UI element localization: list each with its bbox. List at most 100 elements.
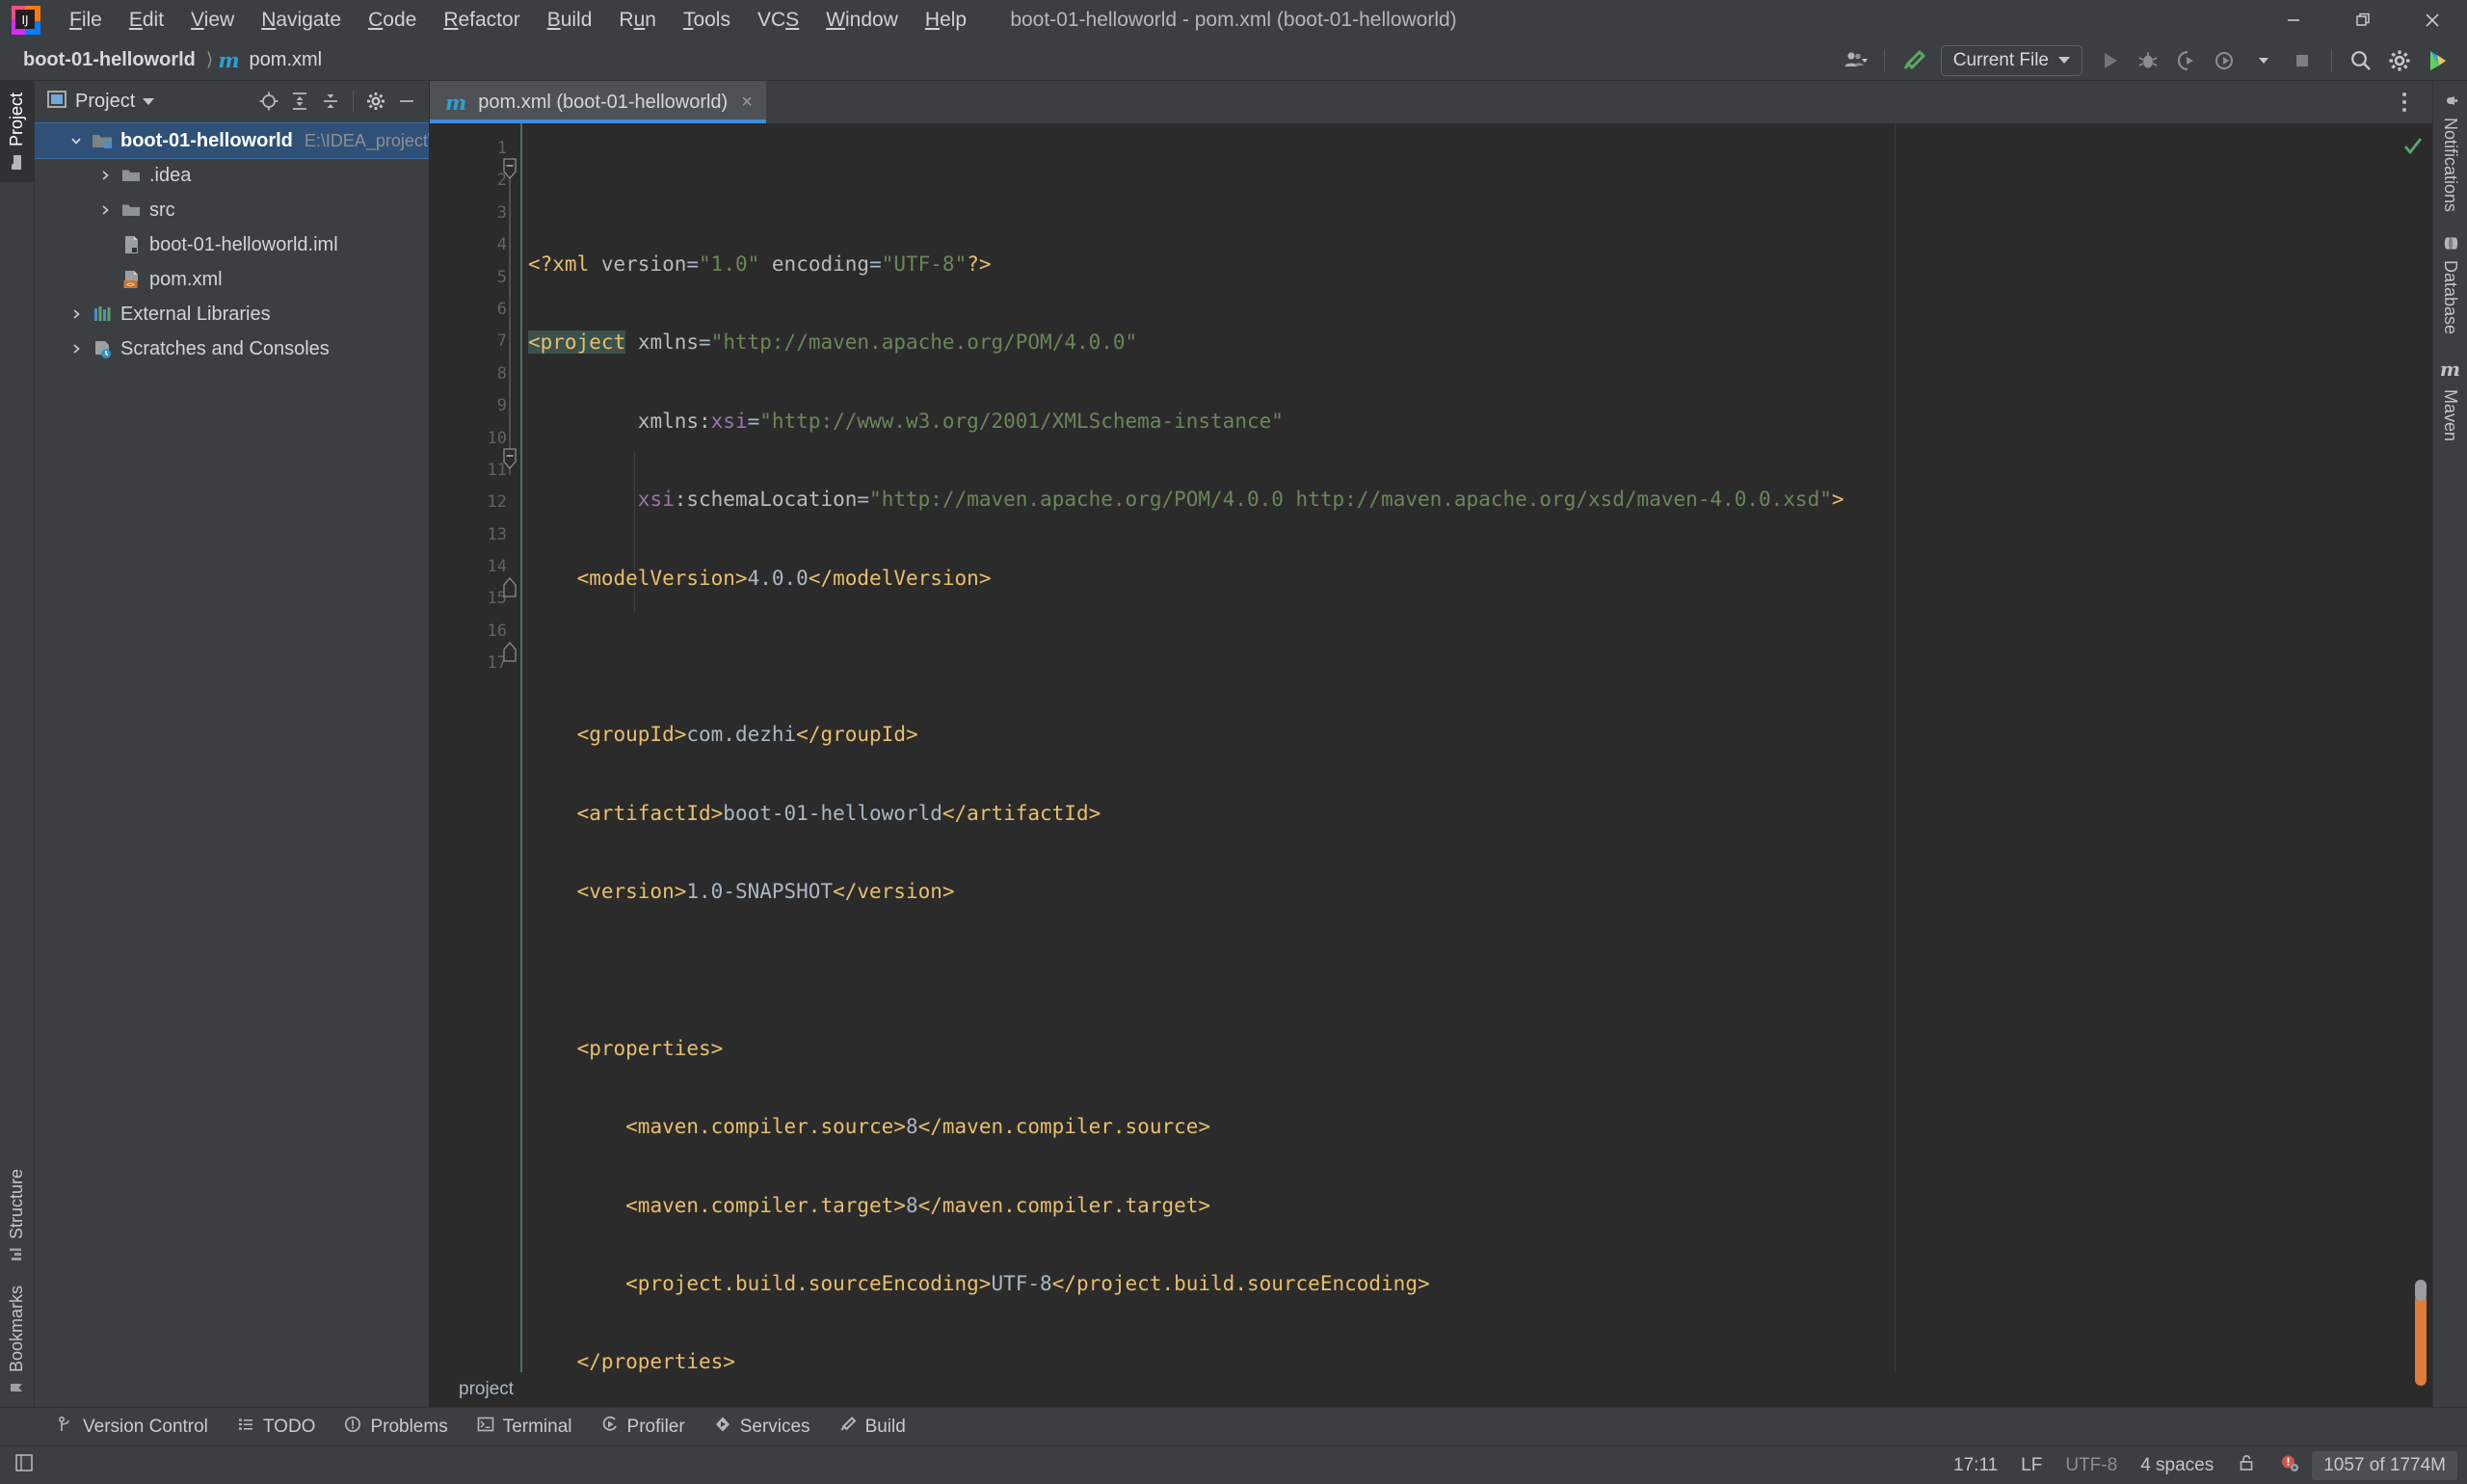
main-body: Project Structure Bookmarks Project boot… (0, 81, 2467, 1407)
tree-label-iml: boot-01-helloworld.iml (149, 233, 338, 255)
code-token: <groupId> (576, 723, 687, 747)
tree-row-external-libraries[interactable]: External Libraries (35, 297, 429, 331)
search-everywhere-icon[interactable] (2342, 43, 2380, 78)
chevron-right-icon[interactable] (93, 169, 118, 182)
toggle-toolwindows-icon[interactable] (13, 1452, 35, 1479)
indent-setting[interactable]: 4 spaces (2129, 1451, 2225, 1480)
breadcrumb-project[interactable]: boot-01-helloworld (17, 46, 201, 74)
menu-view[interactable]: View (177, 5, 248, 36)
inspector-red-icon[interactable] (2268, 1448, 2312, 1483)
tool-tab-todo[interactable]: TODO (223, 1411, 331, 1444)
sidebar-item-project[interactable]: Project (0, 81, 34, 183)
chevron-right-icon[interactable] (64, 342, 89, 356)
tool-tab-terminal[interactable]: Terminal (463, 1411, 587, 1444)
menu-build[interactable]: Build (534, 5, 606, 36)
sidebar-item-bookmarks[interactable]: Bookmarks (0, 1274, 34, 1407)
run-with-coverage-icon[interactable] (2167, 43, 2206, 78)
menu-navigate[interactable]: Navigate (248, 5, 355, 36)
tool-tab-build[interactable]: Build (825, 1411, 920, 1444)
tree-row-iml[interactable]: boot-01-helloworld.iml (35, 227, 429, 262)
project-tool-window: Project boot-01-helloworld E:\IDEA_proje… (35, 81, 430, 1407)
collapse-all-icon[interactable] (316, 87, 345, 116)
sidebar-label-structure: Structure (7, 1168, 26, 1239)
tool-tab-services[interactable]: Services (700, 1411, 825, 1444)
project-tree[interactable]: boot-01-helloworld E:\IDEA_project\boot-… (35, 121, 429, 1407)
stop-icon[interactable] (2283, 43, 2321, 78)
code-token: <properties> (576, 1036, 724, 1060)
close-icon[interactable]: × (741, 92, 753, 114)
tree-row-pom-xml[interactable]: <> pom.xml (35, 262, 429, 297)
code-token: <modelVersion> (576, 566, 748, 590)
profiler-icon[interactable] (2206, 43, 2244, 78)
run-icon[interactable] (2090, 43, 2129, 78)
editor-scrollbar-thumb[interactable] (2415, 1294, 2427, 1386)
tree-row-scratches-and-consoles[interactable]: Scratches and Consoles (35, 331, 429, 366)
main-toolbar: Current File (1836, 43, 2467, 78)
tree-row-boot-01-helloworld[interactable]: boot-01-helloworld E:\IDEA_project\boot-… (35, 122, 429, 159)
project-panel-chevron-down-icon[interactable] (143, 97, 155, 105)
chevron-right-icon[interactable] (64, 307, 89, 321)
terminal-icon (477, 1416, 494, 1439)
menu-code[interactable]: Code (355, 5, 430, 36)
ok-check-icon[interactable] (2402, 135, 2424, 161)
code-token: </artifactId> (942, 801, 1101, 825)
more-options-icon[interactable] (2388, 86, 2421, 119)
breadcrumb-file[interactable]: pom.xml (244, 46, 329, 74)
sidebar-item-database[interactable]: Database (2433, 224, 2467, 346)
hide-panel-icon[interactable] (392, 87, 421, 116)
editor-gutter[interactable]: 1 2 3 4 5 6 7 8 9 10 11 12 13 14 15 16 1 (430, 123, 522, 1372)
tab-pom-xml[interactable]: m pom.xml (boot-01-helloworld) × (430, 81, 766, 123)
line-separator[interactable]: LF (2009, 1451, 2054, 1480)
sidebar-item-notifications[interactable]: Notifications (2433, 81, 2467, 224)
user-profile-icon[interactable] (1836, 43, 1874, 78)
file-encoding[interactable]: UTF-8 (2054, 1451, 2129, 1480)
tool-tab-profiler[interactable]: Profiler (587, 1411, 700, 1444)
ide-assistant-icon[interactable] (2419, 43, 2457, 78)
unlocked-icon[interactable] (2225, 1449, 2268, 1482)
tool-tab-version-control[interactable]: Version Control (42, 1411, 223, 1444)
menu-edit[interactable]: Edit (116, 5, 177, 36)
code-token: 8 (905, 1115, 918, 1139)
tree-row-src[interactable]: src (35, 193, 429, 227)
gear-icon[interactable] (2380, 43, 2419, 78)
menu-run[interactable]: Run (605, 5, 670, 36)
fold-markers[interactable] (497, 133, 522, 687)
inspection-and-scrollbar-strip[interactable] (2394, 123, 2432, 1386)
right-tool-strip: Notifications Database m Maven (2432, 81, 2467, 1407)
restore-button[interactable] (2328, 0, 2398, 40)
gear-icon[interactable] (361, 87, 390, 116)
minimize-button[interactable] (2259, 0, 2328, 40)
memory-indicator[interactable]: 1057 of 1774M (2312, 1450, 2457, 1480)
menu-file[interactable]: FFileile (56, 5, 116, 36)
menu-window[interactable]: Window (812, 5, 912, 36)
sidebar-item-maven[interactable]: m Maven (2433, 346, 2467, 453)
expand-all-icon[interactable] (285, 87, 314, 116)
chevron-right-icon[interactable] (93, 203, 118, 217)
sidebar-item-structure[interactable]: Structure (0, 1157, 34, 1274)
menu-refactor[interactable]: Refactor (430, 5, 533, 36)
tool-tab-problems[interactable]: Problems (330, 1411, 462, 1444)
editor-viewport: 1 2 3 4 5 6 7 8 9 10 11 12 13 14 15 16 1 (430, 123, 2432, 1386)
run-configuration-selector[interactable]: Current File (1940, 44, 2082, 76)
menu-vcs[interactable]: VCS (744, 5, 812, 36)
menu-help[interactable]: Help (912, 5, 980, 36)
caret-position[interactable]: 17:11 (1942, 1451, 2009, 1480)
code-line-7: <groupId>com.dezhi</groupId> (522, 719, 2394, 751)
close-button[interactable] (2398, 0, 2467, 40)
chevron-down-icon[interactable] (64, 134, 89, 147)
profiler-dropdown-icon[interactable] (2244, 43, 2283, 78)
code-content[interactable]: <?xml version="1.0" encoding="UTF-8"?> <… (522, 123, 2394, 1372)
code-token: :schemaLocation (674, 488, 858, 512)
sidebar-label-bookmarks: Bookmarks (7, 1285, 26, 1372)
debug-icon[interactable] (2129, 43, 2167, 78)
hammer-build-icon[interactable] (1895, 43, 1933, 78)
menu-tools[interactable]: Tools (670, 5, 744, 36)
database-icon (2440, 235, 2460, 252)
tree-row-idea[interactable]: .idea (35, 158, 429, 193)
editor-breadcrumb-bar[interactable]: project (430, 1372, 2432, 1407)
locate-target-icon[interactable] (254, 87, 283, 116)
editor-breadcrumb-project[interactable]: project (459, 1379, 514, 1400)
